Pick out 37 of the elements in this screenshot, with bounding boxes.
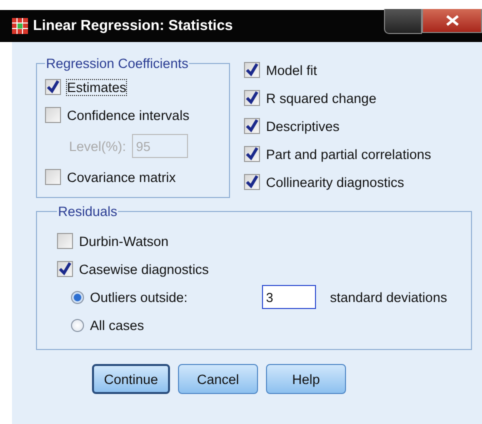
checkbox-label[interactable]: R squared change — [266, 90, 376, 106]
radio-button[interactable] — [71, 318, 84, 332]
dialog-button[interactable]: Cancel — [178, 364, 258, 394]
checkbox[interactable] — [244, 146, 260, 162]
dialog-button[interactable]: Continue — [92, 364, 170, 394]
checkbox[interactable] — [244, 174, 260, 190]
close-icon — [446, 15, 458, 26]
field-suffix: standard deviations — [330, 290, 448, 304]
checkbox-label[interactable]: Durbin-Watson — [79, 234, 169, 248]
grid-icon — [12, 18, 28, 34]
checkbox[interactable] — [244, 118, 260, 134]
checkbox[interactable] — [57, 233, 73, 249]
group-title: Regression Coefficients — [45, 56, 190, 71]
close-button[interactable] — [422, 9, 482, 33]
checkbox-label[interactable]: Estimates — [67, 80, 126, 94]
checkbox[interactable] — [45, 79, 61, 95]
checkbox-label[interactable]: Collinearity diagnostics — [266, 174, 404, 190]
checkbox-label[interactable]: Part and partial correlations — [266, 146, 432, 162]
dialog-button[interactable]: Help — [266, 364, 346, 394]
checkbox[interactable] — [244, 90, 260, 106]
maximize-button[interactable] — [384, 8, 422, 34]
input-field[interactable]: 3 — [262, 285, 316, 309]
checkbox[interactable] — [244, 62, 260, 78]
checkbox-label[interactable]: Model fit — [266, 62, 318, 78]
checkbox-label[interactable]: Descriptives — [266, 118, 340, 134]
checkbox[interactable] — [45, 107, 61, 123]
checkbox-label[interactable]: Confidence intervals — [67, 108, 190, 122]
checkbox-label[interactable]: Covariance matrix — [67, 170, 176, 184]
radio-label[interactable]: All cases — [90, 318, 256, 332]
field-label: Level(%): — [69, 138, 126, 154]
window-title: Linear Regression: Statistics — [33, 18, 233, 34]
checkbox[interactable] — [57, 261, 73, 277]
radio-label[interactable]: Outliers outside: — [90, 290, 256, 304]
checkbox[interactable] — [45, 169, 61, 185]
radio-button[interactable] — [71, 290, 84, 304]
checkbox-label[interactable]: Casewise diagnostics — [79, 262, 209, 276]
group-title: Residuals — [57, 204, 118, 219]
